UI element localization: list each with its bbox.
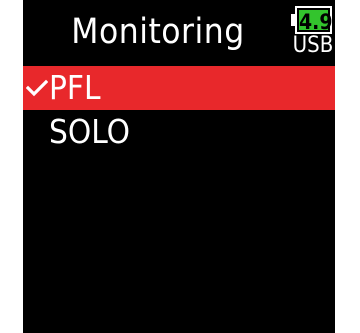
battery-voltage: 4.9 <box>299 10 333 34</box>
menu-item-label: SOLO <box>49 112 130 151</box>
battery-indicator: 4.9 USB <box>291 4 335 60</box>
check-placeholder <box>25 110 49 154</box>
battery-icon: 4.9 <box>295 6 332 34</box>
power-source-label: USB <box>292 33 334 58</box>
header: Monitoring 4.9 USB <box>23 0 335 64</box>
menu-item-label: PFL <box>49 68 101 107</box>
checkmark-icon <box>25 66 49 110</box>
menu-item-solo[interactable]: SOLO <box>23 110 335 154</box>
menu-item-pfl[interactable]: PFL <box>23 66 335 110</box>
monitoring-menu: PFL SOLO <box>23 66 335 154</box>
battery-fill: 4.9 <box>299 10 332 34</box>
page-title: Monitoring <box>71 12 245 52</box>
checkmark-icon-svg <box>26 79 48 97</box>
device-screen: Monitoring 4.9 USB PFL SOLO <box>23 0 335 333</box>
